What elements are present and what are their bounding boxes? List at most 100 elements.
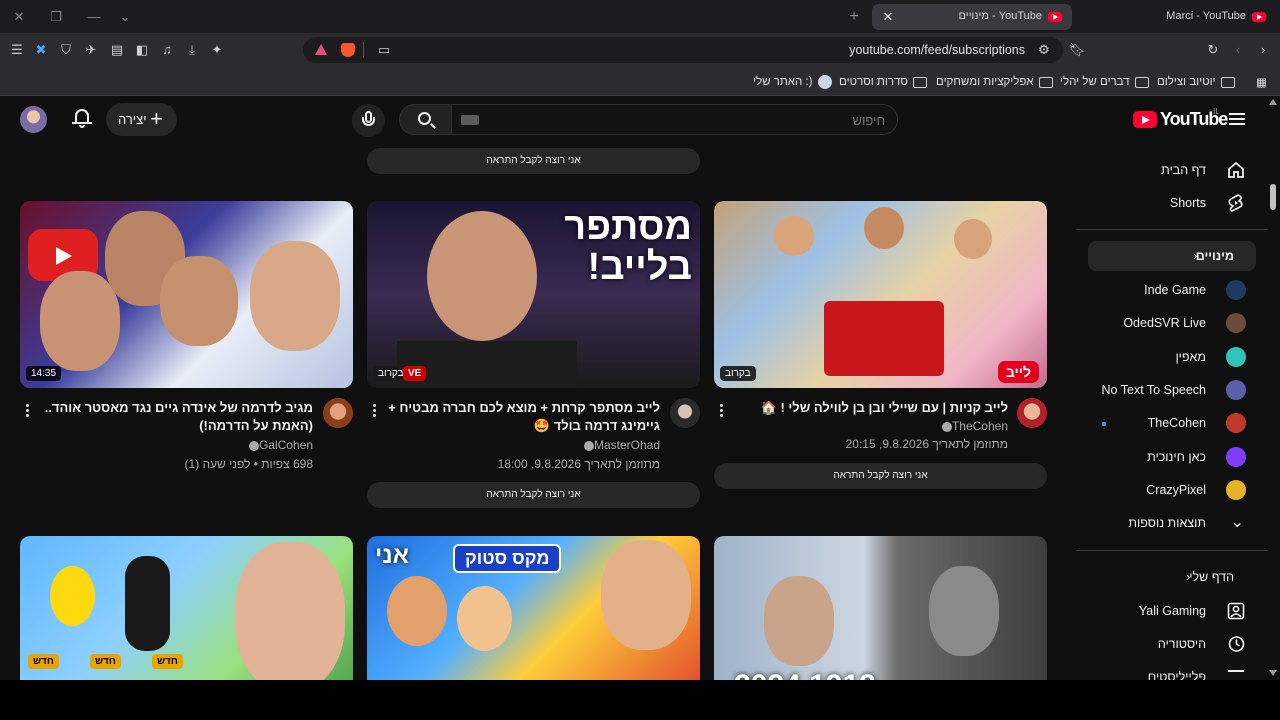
shopping-cart-graphic — [824, 301, 944, 376]
bookmark-folder[interactable]: דברים של יהלי — [1060, 73, 1149, 91]
bookmark-folder[interactable]: סדרות וסרטים — [839, 73, 927, 91]
thumbnail-text: מקס סטוק — [453, 544, 562, 573]
more-actions-icon[interactable] — [716, 403, 728, 419]
sidebar-channel[interactable]: מאפין — [1088, 342, 1256, 372]
notify-me-button[interactable]: אני רוצה לקבל התראה — [367, 148, 700, 174]
video-title[interactable]: מגיב לדרמה של אינדה גיים נגד מאסטר אוהד.… — [45, 399, 313, 417]
new-tag: חדש — [152, 654, 183, 669]
channel-avatar-icon — [1226, 480, 1246, 500]
guide-menu-icon[interactable] — [1228, 110, 1246, 128]
video-title[interactable]: לייב מסתפר קרחת + מוצא לכם חברה מבטיח + — [388, 399, 660, 417]
sidebar-channel[interactable]: OdedSVR Live — [1088, 308, 1256, 338]
tab-subscriptions[interactable]: ✕ מינויים - YouTube — [872, 4, 1072, 30]
bookmark-item[interactable]: האתר שלי :) — [753, 73, 832, 91]
new-tab-button[interactable]: + — [846, 8, 862, 26]
video-thumbnail[interactable]: 2024 1912 — [714, 536, 1047, 680]
more-actions-icon[interactable] — [369, 403, 381, 419]
cast-icon[interactable]: ▭ — [375, 41, 393, 59]
close-tab-icon[interactable]: ✕ — [880, 8, 896, 26]
notify-me-button[interactable]: אני רוצה לקבל התראה — [367, 482, 700, 508]
extension-x-icon[interactable]: ✖ — [32, 41, 50, 59]
video-thumbnail[interactable]: מקס סטוק אני — [367, 536, 700, 680]
close-window-icon[interactable]: ✕ — [10, 8, 28, 26]
history-icon — [1228, 636, 1245, 652]
search-input[interactable] — [505, 113, 885, 128]
sidebar-channel[interactable]: No Text To Speech — [1088, 375, 1256, 405]
tab-list-chevron-icon[interactable]: ⌄ — [116, 8, 134, 26]
sidebar-channel[interactable]: Inde Game — [1088, 275, 1256, 305]
browser-tab-bar: ✕ ❐ — ⌄ + ✕ מינויים - YouTube Marci - Yo… — [0, 0, 1280, 33]
bookmark-folder[interactable]: אפליקציות ומשחקים — [936, 73, 1053, 91]
brave-shields-icon[interactable] — [341, 43, 355, 57]
sidebar-item-history[interactable]: היסטוריה — [1088, 629, 1256, 659]
your-channel-icon — [1227, 602, 1245, 620]
shield-icon[interactable]: ⛉ — [57, 41, 75, 59]
search-button[interactable] — [399, 104, 451, 135]
address-bar[interactable]: ▭ youtube.com/feed/subscriptions ⚙ — [303, 37, 1063, 63]
scroll-down-arrow[interactable] — [1269, 670, 1277, 676]
keyboard-icon[interactable] — [461, 115, 479, 125]
divider — [363, 42, 364, 58]
video-thumbnail[interactable]: לייב בקרוב — [714, 201, 1047, 388]
notifications-bell-icon[interactable] — [72, 107, 92, 129]
face-graphic — [427, 211, 537, 341]
channel-name[interactable]: GalCohen — [247, 438, 313, 452]
more-actions-icon[interactable] — [22, 403, 34, 419]
sidebar-item-you[interactable]: הדף שלי › — [1088, 562, 1256, 592]
scroll-up-arrow[interactable] — [1269, 99, 1277, 105]
create-button[interactable]: + יצירה — [106, 103, 177, 136]
channel-avatar[interactable] — [1017, 398, 1047, 428]
download-icon[interactable]: ⤓ — [183, 41, 201, 59]
channel-avatar[interactable] — [323, 398, 353, 428]
minimize-window-icon[interactable]: — — [85, 8, 103, 26]
bookmark-folder[interactable]: יוטיוב וצילום — [1157, 73, 1235, 91]
video-thumbnail[interactable]: 14:35 — [20, 201, 353, 388]
menu-icon[interactable]: ☰ — [8, 41, 26, 59]
sidebar-show-more[interactable]: תוצאות נוספות ⌄ — [1088, 508, 1256, 538]
forward-icon[interactable]: ‹ — [1229, 41, 1247, 59]
sidebar-item-shorts[interactable]: Shorts — [1088, 188, 1256, 218]
video-title-line2[interactable]: גיימינג דרמה בולד 🤩 — [534, 417, 660, 435]
restore-window-icon[interactable]: ❐ — [47, 8, 65, 26]
channel-avatar-icon — [1226, 313, 1246, 333]
avatar[interactable] — [20, 106, 47, 133]
channel-avatar-icon — [1226, 413, 1246, 433]
scrollbar-thumb[interactable] — [1270, 184, 1276, 210]
rocket-icon[interactable]: ✈ — [82, 41, 100, 59]
browser-toolbar: ☰ ✖ ⛉ ✈ ▤ ◧ ♫ ⤓ ✦ ▭ youtube.com/feed/sub… — [0, 33, 1280, 67]
video-thumbnail[interactable]: מסתפר בלייב! בקרוב VE — [367, 201, 700, 388]
wallet-icon[interactable]: ▤ — [108, 41, 126, 59]
sidebar-item-subscriptions[interactable]: מינויים › — [1088, 241, 1256, 271]
tab-title: Marci - YouTube — [1166, 10, 1246, 22]
bookmark-icon[interactable]: 🔖︎ — [1068, 41, 1086, 59]
video-thumbnail[interactable]: חדש חדש חדש — [20, 536, 353, 680]
voice-search-button[interactable] — [352, 104, 385, 137]
shorts-icon — [1228, 194, 1243, 212]
channel-name[interactable]: MasterOhad — [582, 438, 660, 452]
extensions-puzzle-icon[interactable]: ✦ — [208, 41, 226, 59]
apps-grid-icon[interactable]: ▦ — [1256, 73, 1267, 91]
reload-icon[interactable]: ↻ — [1204, 41, 1222, 59]
sidebar-channel[interactable]: CrazyPixel — [1088, 475, 1256, 505]
tab-marci[interactable]: Marci - YouTube — [1076, 4, 1276, 30]
sidebar-item-your-channel[interactable]: Yali Gaming — [1088, 596, 1256, 626]
sidebar-channel[interactable]: כאן חינוכית — [1088, 442, 1256, 472]
playlists-icon — [1228, 670, 1244, 672]
video-title[interactable]: לייב קניות | עם שיילי ובן בן לווילה שלי … — [761, 399, 1008, 417]
new-tag: חדש — [90, 654, 121, 669]
channel-name[interactable]: TheCohen — [940, 419, 1008, 433]
sidebar-icon[interactable]: ◧ — [133, 41, 151, 59]
youtube-logo[interactable]: YouTube — [1133, 109, 1228, 130]
folder-icon — [1038, 76, 1053, 88]
notify-me-button[interactable]: אני רוצה לקבל התראה — [714, 463, 1047, 489]
sidebar-item-playlists[interactable]: פלייליסטים — [1088, 662, 1256, 680]
country-code: IL — [1213, 107, 1220, 116]
site-settings-icon[interactable]: ⚙ — [1035, 41, 1053, 59]
channel-avatar[interactable] — [670, 398, 700, 428]
music-icon[interactable]: ♫ — [158, 41, 176, 59]
brave-rewards-icon[interactable] — [315, 44, 327, 55]
video-title-line2[interactable]: (האמת על הדרמה!) — [199, 417, 313, 435]
sidebar-channel[interactable]: TheCohen — [1088, 408, 1256, 438]
sidebar-item-home[interactable]: דף הבית — [1088, 155, 1256, 185]
back-icon[interactable]: › — [1254, 41, 1272, 59]
